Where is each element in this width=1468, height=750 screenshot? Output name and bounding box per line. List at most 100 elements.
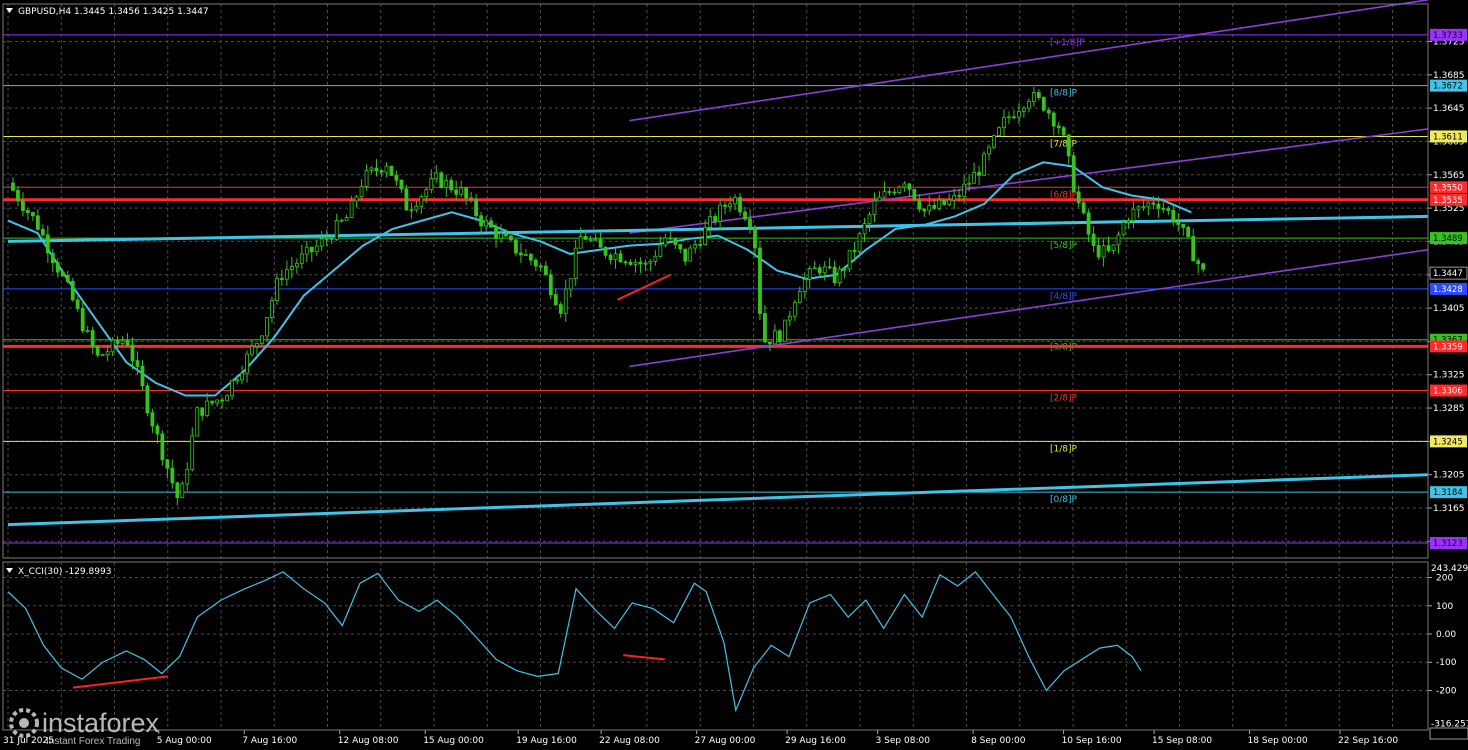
candle	[1186, 225, 1191, 238]
candle-body	[185, 468, 190, 485]
cci-header: X_CCI(30) -129.8993	[18, 567, 111, 577]
candle-body	[489, 220, 493, 228]
trading-chart: [+1/8]P[8/8]P[7/8]P[6/8]P[5/8]P[4/8]P[3/…	[0, 0, 1468, 750]
candle-body	[80, 308, 85, 332]
candle-body	[1061, 127, 1066, 136]
candle	[404, 185, 409, 211]
time-tick-label: 22 Sep 16:00	[1338, 736, 1398, 746]
candle-body	[314, 245, 319, 253]
candle-body	[952, 195, 957, 201]
candle-body	[26, 210, 30, 213]
candle-body	[987, 146, 991, 155]
candle-body	[334, 220, 339, 240]
candle-body	[1196, 260, 1201, 265]
candle-body	[150, 412, 155, 427]
candle-body	[45, 234, 50, 254]
candle-body	[982, 153, 986, 176]
candle-body	[85, 330, 90, 332]
candle-body	[673, 238, 678, 245]
candle-body	[658, 244, 663, 257]
candle-body	[1126, 220, 1131, 223]
candle-body	[125, 340, 130, 346]
murrey-level-label: [2/8]P	[1050, 394, 1078, 404]
candle-body	[663, 237, 668, 246]
price-tick-label: 1.3685	[1433, 71, 1465, 81]
candle	[439, 170, 444, 189]
candle-body	[299, 253, 304, 264]
candle-body	[519, 252, 523, 256]
candle-body	[1156, 203, 1161, 209]
candle-body	[693, 243, 698, 249]
candle-body	[708, 216, 713, 228]
candle-body	[1111, 244, 1116, 251]
candle	[847, 249, 852, 273]
price-level-badge-text: 1.3123	[1433, 539, 1463, 549]
candle-body	[120, 340, 125, 344]
candle-body	[270, 300, 274, 318]
candle-body	[927, 204, 932, 212]
candle-body	[1036, 92, 1041, 98]
candle-body	[553, 294, 558, 306]
candle-body	[817, 267, 822, 274]
candle-body	[608, 254, 613, 260]
candle-body	[419, 196, 424, 207]
candle-body	[698, 243, 703, 246]
candle-body	[787, 315, 792, 321]
candle-body	[937, 199, 942, 209]
candle-body	[1026, 101, 1031, 109]
candle	[1121, 219, 1126, 237]
candle-body	[1186, 226, 1191, 237]
candle-body	[364, 169, 369, 187]
candle-body	[1146, 202, 1151, 208]
murrey-level-label: [+1/8]P	[1050, 38, 1085, 48]
current-price-label: 1.3447	[1433, 269, 1463, 279]
candle-body	[250, 345, 254, 355]
candle-body	[882, 191, 887, 198]
candle-body	[429, 178, 434, 190]
candle-body	[543, 265, 548, 276]
candle	[758, 240, 762, 320]
candle-body	[165, 459, 170, 469]
candle-body	[1181, 224, 1186, 228]
candle-body	[235, 379, 239, 382]
candle-body	[638, 261, 643, 265]
candle-body	[957, 195, 962, 198]
candle-body	[115, 339, 120, 344]
candle	[70, 278, 75, 302]
candle-body	[190, 435, 195, 470]
candle-body	[907, 183, 912, 190]
candle-body	[1191, 236, 1196, 262]
candle-body	[1121, 221, 1126, 236]
candle-body	[1106, 245, 1111, 251]
candle-body	[827, 266, 832, 269]
candle-body	[653, 255, 658, 262]
time-tick-label: 18 Sep 00:00	[1248, 736, 1308, 746]
candle-body	[1021, 107, 1026, 112]
candle-body	[459, 187, 464, 195]
candle-body	[294, 262, 299, 267]
candle-body	[1136, 206, 1141, 210]
symbol-header: GBPUSD,H4 1.3445 1.3456 1.3425 1.3447	[18, 7, 209, 17]
murrey-level-label: [7/8]P	[1050, 139, 1078, 149]
candle-body	[768, 341, 772, 345]
candle-body	[832, 266, 837, 284]
candle-body	[304, 246, 309, 255]
price-tick-label: 1.3165	[1433, 504, 1465, 514]
candle-body	[275, 278, 279, 301]
candle-body	[583, 236, 588, 240]
candle-body	[60, 271, 65, 276]
murrey-level-label: [4/8]P	[1050, 292, 1078, 302]
candle-body	[479, 215, 483, 227]
candle-body	[872, 200, 877, 216]
candle-body	[409, 209, 414, 212]
candle-body	[1176, 221, 1181, 225]
cci-current-badge	[1429, 727, 1468, 740]
candle-body	[95, 346, 100, 356]
candle-body	[439, 172, 444, 188]
murrey-level-label: [0/8]P	[1050, 495, 1078, 505]
candle-body	[354, 196, 359, 202]
candle-body	[494, 226, 498, 239]
candle-body	[797, 291, 802, 303]
candle-body	[837, 268, 842, 284]
candle-body	[688, 247, 693, 262]
